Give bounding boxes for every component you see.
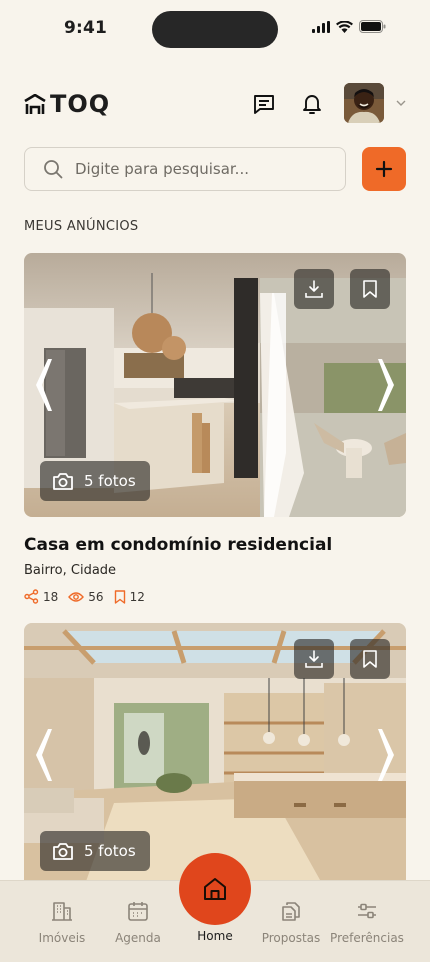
bell-icon [303, 95, 321, 114]
views-stat: 56 [68, 589, 104, 604]
saves-stat: 12 [114, 590, 145, 604]
calendar-icon [128, 902, 148, 921]
app-header: TOQ [24, 82, 406, 124]
shares-count: 18 [43, 589, 59, 604]
dynamic-island [152, 11, 278, 48]
home-icon [204, 878, 226, 900]
previous-photo-arrow-icon[interactable] [30, 355, 54, 415]
nav-item-agenda[interactable]: Agenda [95, 899, 181, 945]
search-icon [44, 160, 63, 179]
building-icon [52, 902, 72, 921]
views-count: 56 [88, 589, 104, 604]
status-icons [312, 20, 386, 33]
nav-item-preferencias[interactable]: Preferências [324, 899, 410, 945]
photos-count-badge[interactable]: 5 fotos [40, 461, 150, 501]
nav-item-home[interactable]: Home [172, 929, 258, 943]
previous-photo-arrow-icon[interactable] [30, 725, 54, 785]
bookmark-icon [114, 589, 125, 604]
nav-item-propostas[interactable]: Propostas [248, 899, 334, 945]
next-photo-arrow-icon[interactable] [376, 725, 400, 785]
nav-label: Imóveis [38, 931, 86, 945]
share-icon [24, 589, 39, 604]
app-logo[interactable]: TOQ [24, 90, 110, 118]
download-button[interactable] [294, 639, 334, 679]
listing-title[interactable]: Casa em condomínio residencial [24, 535, 332, 555]
listing-location: Bairro, Cidade [24, 563, 117, 578]
nav-label: Propostas [261, 931, 321, 945]
nav-item-imoveis[interactable]: Imóveis [19, 899, 105, 945]
nav-label: Home [197, 929, 233, 943]
eye-icon [68, 591, 85, 602]
nav-label: Agenda [115, 931, 161, 945]
nav-label: Preferências [330, 931, 404, 945]
listing-stats: 18 56 12 [24, 589, 155, 604]
battery-icon [359, 20, 386, 33]
add-listing-button[interactable] [362, 147, 406, 191]
avatar[interactable] [344, 83, 384, 123]
photos-count-label: 5 fotos [84, 842, 136, 860]
home-button[interactable] [179, 853, 251, 925]
next-photo-arrow-icon[interactable] [376, 355, 400, 415]
status-time: 9:41 [64, 18, 108, 38]
search-input[interactable] [75, 160, 325, 178]
bookmark-icon [363, 650, 377, 668]
status-bar: 9:41 [0, 0, 430, 58]
camera-icon [53, 843, 73, 860]
plus-icon [375, 160, 393, 178]
logo-house-icon [24, 94, 46, 114]
download-button[interactable] [294, 269, 334, 309]
documents-icon [282, 902, 300, 921]
avatar-photo [344, 83, 384, 123]
section-title: MEUS ANÚNCIOS [24, 219, 139, 234]
bookmark-icon [363, 280, 377, 298]
notifications-button[interactable] [300, 92, 324, 116]
chevron-down-icon[interactable] [394, 96, 408, 110]
bookmark-button[interactable] [350, 639, 390, 679]
messages-button[interactable] [252, 92, 276, 116]
signal-icon [312, 20, 330, 33]
download-icon [305, 650, 323, 668]
sliders-icon [358, 903, 376, 919]
bookmark-button[interactable] [350, 269, 390, 309]
chat-icon [254, 95, 274, 114]
logo-text: TOQ [50, 90, 111, 118]
download-icon [305, 280, 323, 298]
photos-count-label: 5 fotos [84, 472, 136, 490]
search-bar [24, 147, 346, 191]
listing-image[interactable]: 5 fotos [24, 623, 406, 887]
camera-icon [53, 473, 73, 490]
listing-image[interactable]: 5 fotos [24, 253, 406, 517]
saves-count: 12 [129, 589, 145, 604]
wifi-icon [336, 20, 353, 33]
photos-count-badge[interactable]: 5 fotos [40, 831, 150, 871]
shares-stat: 18 [24, 589, 58, 604]
